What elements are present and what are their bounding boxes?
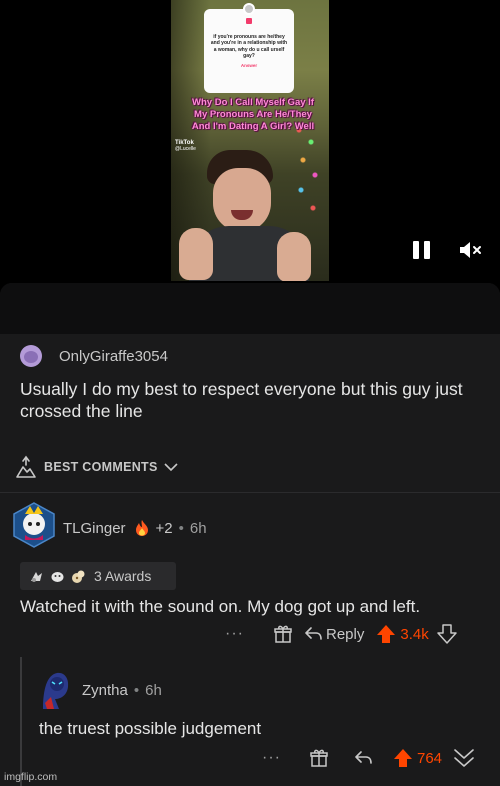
award-icon-2 — [51, 571, 64, 582]
answer-label: Answer — [240, 63, 258, 69]
more-options-icon[interactable]: ··· — [262, 749, 292, 767]
award-icon-3 — [72, 570, 85, 583]
comment-body: Watched it with the sound on. My dog got… — [20, 597, 421, 616]
upvote-icon[interactable] — [393, 748, 413, 768]
video-frame[interactable]: if you're pronouns are he/they and you'r… — [171, 0, 329, 281]
more-options-icon[interactable]: ··· — [225, 625, 255, 643]
question-avatar — [243, 3, 255, 15]
awards-label: 3 Awards — [94, 568, 152, 584]
reply-meta: Zyntha • 6h — [82, 680, 162, 700]
question-heart-icon — [246, 18, 252, 24]
pause-icon[interactable] — [413, 241, 431, 259]
reply-author-name[interactable]: Zyntha — [82, 682, 128, 699]
awards-pill[interactable]: 3 Awards — [20, 562, 176, 590]
upvote-icon[interactable] — [376, 624, 396, 644]
award-gift-icon[interactable] — [309, 748, 329, 768]
video-caption: Why Do I Call Myself Gay If My Pronouns … — [191, 97, 315, 132]
sheet-header — [0, 283, 500, 334]
comment-author-name[interactable]: TLGinger — [63, 520, 126, 537]
tiktok-handle: @Lucelle — [175, 146, 196, 152]
divider — [0, 492, 500, 493]
reply-icon[interactable] — [303, 624, 323, 644]
award-gift-icon[interactable] — [273, 624, 293, 644]
meta-separator: • — [133, 681, 140, 699]
video-player[interactable]: if you're pronouns are he/they and you'r… — [0, 0, 500, 283]
question-text: if you're pronouns are he/they and you'r… — [210, 34, 288, 59]
reply-icon[interactable] — [353, 748, 373, 768]
award-count: +2 — [155, 519, 173, 537]
sort-icon — [16, 455, 36, 478]
post-author-name[interactable]: OnlyGiraffe3054 — [59, 348, 168, 365]
comment-time: 6h — [189, 519, 207, 537]
reply-button[interactable]: Reply — [326, 626, 364, 643]
collapse-icon[interactable] — [452, 746, 476, 770]
sort-label: BEST COMMENTS — [44, 460, 158, 474]
comment-author-avatar[interactable] — [12, 502, 56, 548]
reply-body: the truest possible judgement — [39, 719, 262, 738]
muted-speaker-icon[interactable] — [459, 240, 483, 260]
post-author-avatar[interactable] — [20, 345, 42, 367]
string-lights — [293, 120, 323, 230]
award-icon-1 — [31, 571, 42, 582]
reply-time: 6h — [145, 681, 162, 699]
thread-line[interactable] — [20, 657, 22, 786]
person-hand-right — [277, 232, 311, 281]
reply-actions: ··· 764 — [262, 746, 476, 770]
imgflip-watermark: imgflip.com — [4, 771, 58, 783]
vote-count: 764 — [417, 749, 443, 767]
vote-count: 3.4k — [400, 625, 429, 643]
person-hand-left — [179, 228, 213, 280]
comment-actions: ··· Reply 3.4k — [225, 622, 457, 646]
reply-author-avatar[interactable] — [35, 669, 73, 711]
question-card: if you're pronouns are he/they and you'r… — [204, 3, 294, 93]
post-body: Usually I do my best to respect everyone… — [20, 379, 463, 421]
tiktok-watermark: TikTok @Lucelle — [175, 140, 196, 152]
person-face — [213, 168, 271, 232]
sort-comments-button[interactable]: BEST COMMENTS — [14, 455, 178, 479]
chevron-down-icon — [164, 463, 178, 472]
downvote-icon[interactable] — [436, 624, 457, 644]
post-author-row[interactable]: OnlyGiraffe3054 — [20, 345, 168, 367]
meta-separator: • — [178, 519, 184, 537]
flame-award-icon — [135, 520, 148, 536]
comment-meta: TLGinger +2 • 6h — [63, 517, 207, 539]
